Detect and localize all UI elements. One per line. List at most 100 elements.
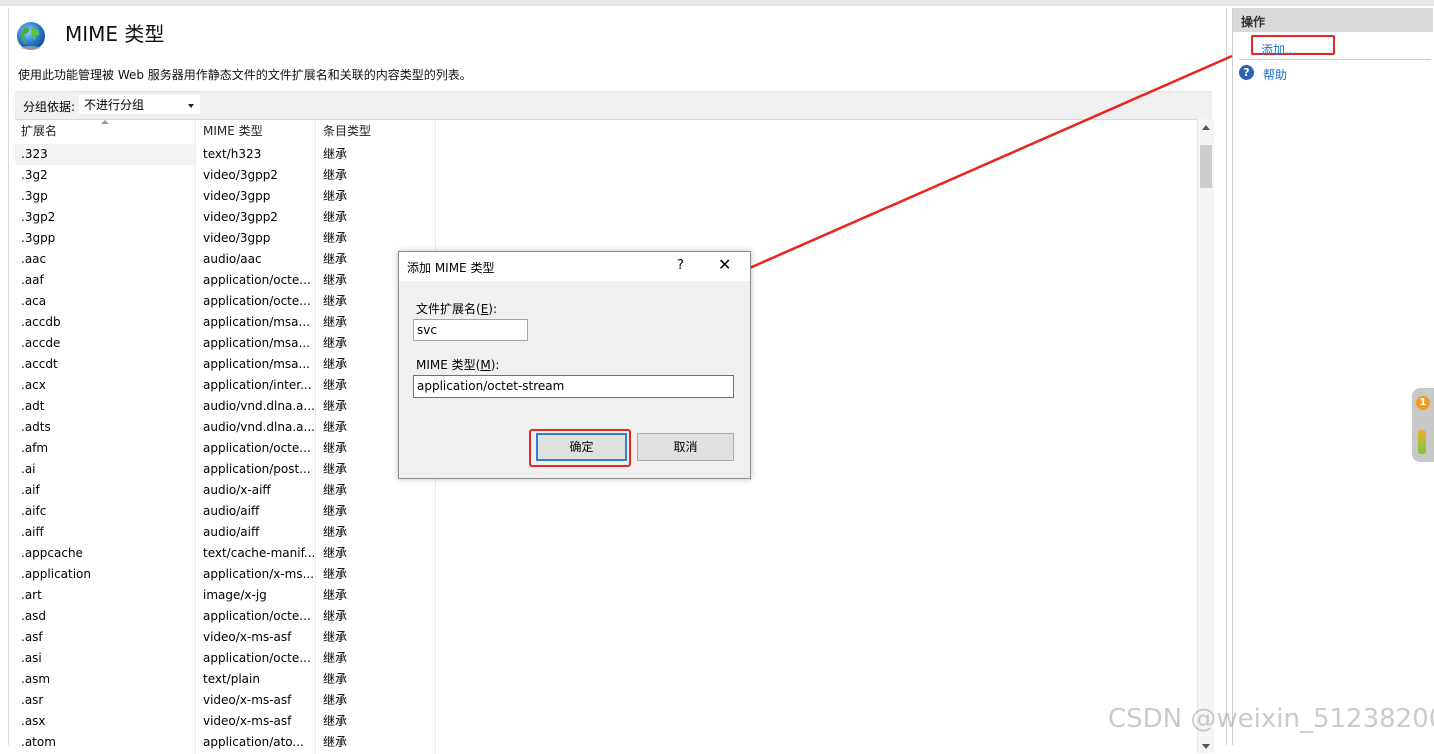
- cell-entry-type: 继承: [323, 336, 348, 350]
- column-header-extension[interactable]: 扩展名: [15, 120, 195, 142]
- cell-entry-type: 继承: [323, 168, 348, 182]
- cell-extension: .application: [21, 567, 92, 581]
- table-row[interactable]: .accdt application/msa... 继承: [15, 354, 435, 375]
- vertical-scrollbar[interactable]: [1197, 119, 1214, 753]
- cancel-button[interactable]: 取消: [637, 433, 734, 461]
- table-row[interactable]: .appcache text/cache-manif... 继承: [15, 543, 435, 564]
- table-row[interactable]: .adt audio/vnd.dlna.a... 继承: [15, 396, 435, 417]
- cell-mime-type: application/octe...: [203, 609, 311, 623]
- table-row[interactable]: .3gpp video/3gpp 继承: [15, 228, 435, 249]
- table-row[interactable]: .ai application/post... 继承: [15, 459, 435, 480]
- actions-header: 操作: [1233, 8, 1433, 32]
- table-row[interactable]: .3gp2 video/3gpp2 继承: [15, 207, 435, 228]
- cell-mime-type: audio/x-aiff: [203, 483, 271, 497]
- cell-mime-type: video/x-ms-asf: [203, 630, 292, 644]
- actions-title: 操作: [1241, 15, 1266, 29]
- table-row[interactable]: .afm application/octe... 继承: [15, 438, 435, 459]
- cell-mime-type: audio/aac: [203, 252, 262, 266]
- cell-extension: .323: [21, 147, 48, 161]
- ok-button[interactable]: 确定: [536, 433, 627, 461]
- dialog-close-icon[interactable]: ✕: [718, 256, 731, 274]
- cell-entry-type: 继承: [323, 462, 348, 476]
- cell-mime-type: video/x-ms-asf: [203, 693, 292, 707]
- cell-mime-type: video/3gpp: [203, 189, 271, 203]
- cell-mime-type: application/octe...: [203, 294, 311, 308]
- table-row[interactable]: .adts audio/vnd.dlna.a... 继承: [15, 417, 435, 438]
- help-action-link[interactable]: 帮助: [1263, 66, 1287, 83]
- sort-ascending-icon: [101, 120, 109, 124]
- cell-mime-type: video/x-ms-asf: [203, 714, 292, 728]
- cell-extension: .atom: [21, 735, 56, 749]
- table-row[interactable]: .asm text/plain 继承: [15, 669, 435, 690]
- watermark: CSDN @weixin_51238200: [1108, 704, 1434, 734]
- cell-mime-type: text/plain: [203, 672, 260, 686]
- table-row[interactable]: .atom application/ato... 继承: [15, 732, 435, 753]
- cell-entry-type: 继承: [323, 378, 348, 392]
- table-row[interactable]: .aiff audio/aiff 继承: [15, 522, 435, 543]
- add-action-link[interactable]: 添加...: [1261, 41, 1296, 58]
- table-row[interactable]: .asx video/x-ms-asf 继承: [15, 711, 435, 732]
- cell-extension: .aif: [21, 483, 40, 497]
- table-row[interactable]: .asf video/x-ms-asf 继承: [15, 627, 435, 648]
- cell-extension: .accdb: [21, 315, 61, 329]
- table-row[interactable]: .aifc audio/aiff 继承: [15, 501, 435, 522]
- table-row[interactable]: .asi application/octe... 继承: [15, 648, 435, 669]
- help-icon[interactable]: ?: [1239, 65, 1254, 80]
- scrollbar-thumb[interactable]: [1200, 145, 1212, 188]
- cell-extension: .asd: [21, 609, 47, 623]
- cell-mime-type: application/octe...: [203, 651, 311, 665]
- extension-mnemonic: E: [480, 302, 489, 316]
- top-border: [0, 0, 1434, 6]
- mime-type-input[interactable]: application/octet-stream: [413, 375, 734, 398]
- table-header: 扩展名 MIME 类型 条目类型: [15, 120, 435, 142]
- cell-entry-type: 继承: [323, 483, 348, 497]
- group-by-value: 不进行分组: [84, 98, 145, 112]
- cell-extension: .asx: [21, 714, 46, 728]
- table-row[interactable]: .accdb application/msa... 继承: [15, 312, 435, 333]
- group-by-label: 分组依据:: [23, 100, 76, 114]
- group-by-dropdown[interactable]: 不进行分组: [79, 95, 200, 114]
- cell-extension: .asi: [21, 651, 42, 665]
- cell-entry-type: 继承: [323, 504, 348, 518]
- cell-extension: .accdt: [21, 357, 58, 371]
- cell-extension: .accde: [21, 336, 61, 350]
- cell-extension: .asf: [21, 630, 43, 644]
- cell-mime-type: audio/vnd.dlna.a...: [203, 399, 315, 413]
- iis-manager-window: MIME 类型 使用此功能管理被 Web 服务器用作静态文件的文件扩展名和关联的…: [0, 0, 1434, 754]
- table-row[interactable]: .acx application/inter... 继承: [15, 375, 435, 396]
- table-row[interactable]: .3gp video/3gpp 继承: [15, 186, 435, 207]
- cell-mime-type: application/post...: [203, 462, 311, 476]
- cell-extension: .afm: [21, 441, 49, 455]
- table-row[interactable]: .3g2 video/3gpp2 继承: [15, 165, 435, 186]
- cell-mime-type: application/octe...: [203, 273, 311, 287]
- table-row[interactable]: .aif audio/x-aiff 继承: [15, 480, 435, 501]
- table-row[interactable]: .323 text/h323 继承: [15, 144, 435, 165]
- table-row[interactable]: .asd application/octe... 继承: [15, 606, 435, 627]
- table-row[interactable]: .asr video/x-ms-asf 继承: [15, 690, 435, 711]
- table-row[interactable]: .accde application/msa... 继承: [15, 333, 435, 354]
- column-header-entry-type[interactable]: 条目类型: [317, 120, 435, 142]
- cell-mime-type: application/msa...: [203, 336, 310, 350]
- cell-mime-type: video/3gpp2: [203, 210, 278, 224]
- cell-entry-type: 继承: [323, 714, 348, 728]
- column-header-mime-type[interactable]: MIME 类型: [197, 120, 315, 142]
- floating-side-widget[interactable]: 1: [1412, 388, 1434, 462]
- globe-icon: [17, 22, 45, 50]
- column-header-extension-label: 扩展名: [21, 124, 58, 138]
- dialog-title: 添加 MIME 类型: [407, 261, 495, 275]
- table-row[interactable]: .aac audio/aac 继承: [15, 249, 435, 270]
- table-row[interactable]: .aca application/octe... 继承: [15, 291, 435, 312]
- page-description: 使用此功能管理被 Web 服务器用作静态文件的文件扩展名和关联的内容类型的列表。: [18, 68, 472, 82]
- dropdown-arrow-icon: [188, 104, 194, 108]
- cell-entry-type: 继承: [323, 210, 348, 224]
- extension-input[interactable]: svc: [413, 319, 528, 341]
- table-row[interactable]: .aaf application/octe... 继承: [15, 270, 435, 291]
- cell-extension: .aca: [21, 294, 47, 308]
- table-row[interactable]: .application application/x-ms... 继承: [15, 564, 435, 585]
- dialog-help-button[interactable]: ?: [677, 258, 684, 273]
- cell-entry-type: 继承: [323, 630, 348, 644]
- cell-entry-type: 继承: [323, 273, 348, 287]
- actions-divider: [1239, 59, 1431, 60]
- scroll-up-arrow-icon[interactable]: [1202, 125, 1210, 130]
- table-row[interactable]: .art image/x-jg 继承: [15, 585, 435, 606]
